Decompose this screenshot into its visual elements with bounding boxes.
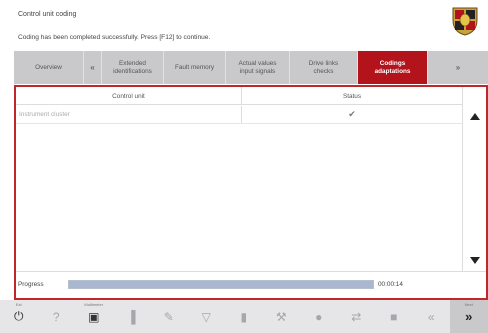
progress-fill xyxy=(69,281,373,288)
tab-actual-values[interactable]: Actual values input signals xyxy=(226,51,290,84)
connect-button[interactable]: ⇄ xyxy=(338,300,376,333)
triangle-down-icon xyxy=(470,256,480,264)
back-button[interactable]: « xyxy=(413,300,451,333)
multimeter-icon: ▣ xyxy=(88,309,100,324)
help-icon: ? xyxy=(52,309,60,324)
progress-area: Progress 00:00:14 xyxy=(16,271,486,298)
power-button[interactable]: Ext ⏻ xyxy=(0,300,38,333)
status-check-icon: ✔ xyxy=(348,109,356,119)
progress-label: Progress xyxy=(18,281,44,288)
chart-icon: ▐ xyxy=(126,309,136,324)
button-caption: Next xyxy=(464,302,473,307)
page-title: Control unit coding xyxy=(18,11,77,18)
column-header-control-unit: Control unit xyxy=(16,87,242,105)
record-icon: ● xyxy=(315,309,323,324)
porsche-crest-icon xyxy=(452,7,478,36)
save-icon: ■ xyxy=(390,309,398,324)
wrench-button[interactable]: ⚒ xyxy=(263,300,301,333)
filter-icon: ▽ xyxy=(201,309,211,324)
edit-button[interactable]: ✎ xyxy=(150,300,188,333)
table-header: Control unit Status xyxy=(16,87,462,105)
tab-bar: Overview « Extended identifications Faul… xyxy=(14,51,488,84)
control-unit-panel: Control unit Status Instrument cluster ✔… xyxy=(14,85,488,300)
table-row[interactable]: Instrument cluster ✔ xyxy=(16,106,462,124)
button-caption: Ext xyxy=(15,302,22,307)
tab-extended-identifications[interactable]: Extended identifications xyxy=(102,51,164,84)
tab-codings-adaptations[interactable]: Codings adaptations xyxy=(358,51,428,84)
save-button[interactable]: ■ xyxy=(375,300,413,333)
edit-icon: ✎ xyxy=(163,309,174,324)
status-message: Coding has been completed successfully. … xyxy=(18,34,211,41)
info-button[interactable]: ▮ xyxy=(225,300,263,333)
help-button[interactable]: ? xyxy=(38,300,76,333)
tab-scroll-right-button[interactable]: » xyxy=(428,51,488,84)
wrench-icon: ⚒ xyxy=(275,309,287,324)
control-unit-cell: Instrument cluster xyxy=(16,106,242,123)
tab-fault-memory[interactable]: Fault memory xyxy=(164,51,226,84)
power-icon: ⏻ xyxy=(14,309,24,323)
next-icon: » xyxy=(465,309,473,324)
filter-button[interactable]: ▽ xyxy=(188,300,226,333)
scroll-down-button[interactable] xyxy=(463,251,487,269)
scroll-up-button[interactable] xyxy=(463,107,487,125)
record-button[interactable]: ● xyxy=(300,300,338,333)
tab-scroll-left-button[interactable]: « xyxy=(84,51,102,84)
function-key-bar: Ext ⏻? Multimeter ▣ ▐ ✎ ▽ ▮ ⚒ ● ⇄ ■ « Next » xyxy=(0,300,488,333)
header: Control unit coding Coding has been comp… xyxy=(0,0,488,46)
multimeter-button[interactable]: Multimeter ▣ xyxy=(75,300,113,333)
next-button[interactable]: Next » xyxy=(450,300,488,333)
connect-icon: ⇄ xyxy=(351,309,362,324)
tab-overview[interactable]: Overview xyxy=(14,51,84,84)
back-icon: « xyxy=(427,309,435,324)
chart-button[interactable]: ▐ xyxy=(113,300,151,333)
progress-bar xyxy=(68,280,374,289)
button-caption: Multimeter xyxy=(84,302,104,307)
table-scrollbar[interactable] xyxy=(462,87,486,271)
info-icon: ▮ xyxy=(240,309,248,324)
column-header-status: Status xyxy=(342,92,362,100)
triangle-up-icon xyxy=(470,112,480,120)
progress-time: 00:00:14 xyxy=(378,281,403,288)
tab-drive-links[interactable]: Drive links checks xyxy=(290,51,358,84)
